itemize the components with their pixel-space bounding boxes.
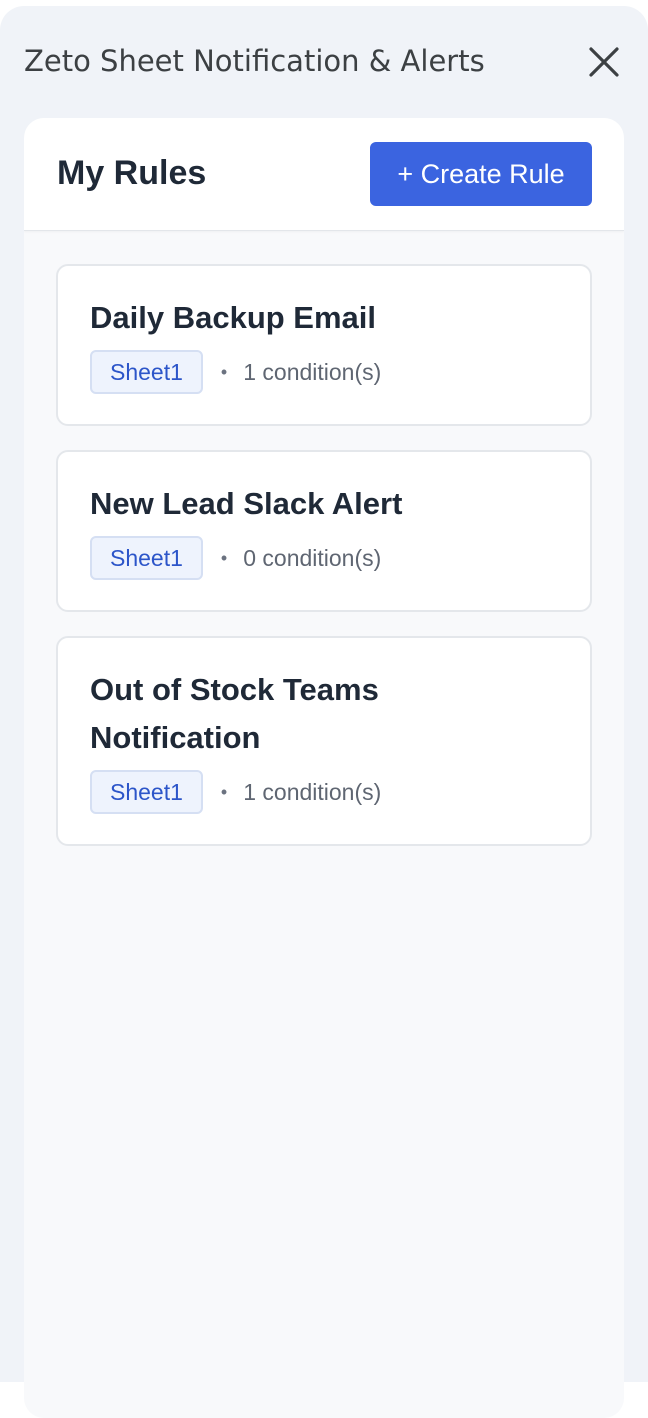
rule-name: Out of Stock Teams Notification — [90, 672, 379, 755]
close-icon — [589, 47, 619, 77]
sidebar-panel: Zeto Sheet Notification & Alerts My Rule… — [0, 6, 648, 1418]
rule-meta: Sheet1 • 1 condition(s) — [90, 770, 558, 814]
condition-count: 1 condition(s) — [243, 358, 382, 385]
create-rule-button[interactable]: + Create Rule — [370, 142, 592, 206]
close-button[interactable] — [584, 42, 624, 82]
rule-card[interactable]: Out of Stock Teams Notification Sheet1 •… — [56, 636, 592, 846]
rules-card: My Rules + Create Rule Daily Backup Emai… — [24, 118, 624, 1418]
sheet-badge: Sheet1 — [90, 770, 203, 814]
rule-meta: Sheet1 • 1 condition(s) — [90, 350, 558, 394]
rule-meta: Sheet1 • 0 condition(s) — [90, 536, 558, 580]
sheet-badge: Sheet1 — [90, 350, 203, 394]
sheet-badge: Sheet1 — [90, 536, 203, 580]
condition-count: 0 condition(s) — [243, 544, 382, 571]
rule-name: Daily Backup Email — [90, 300, 377, 335]
separator-dot: • — [220, 781, 228, 802]
separator-dot: • — [220, 547, 228, 568]
rule-card[interactable]: New Lead Slack Alert Sheet1 • 0 conditio… — [56, 450, 592, 612]
panel-header: Zeto Sheet Notification & Alerts — [24, 6, 624, 118]
panel-title: Zeto Sheet Notification & Alerts — [24, 44, 485, 78]
rules-header: My Rules + Create Rule — [24, 118, 624, 231]
separator-dot: • — [220, 361, 228, 382]
rule-name: New Lead Slack Alert — [90, 486, 403, 521]
rule-card[interactable]: Daily Backup Email Sheet1 • 1 condition(… — [56, 264, 592, 426]
rules-title: My Rules — [57, 154, 207, 192]
condition-count: 1 condition(s) — [243, 778, 382, 805]
rules-list: Daily Backup Email Sheet1 • 1 condition(… — [56, 264, 592, 870]
